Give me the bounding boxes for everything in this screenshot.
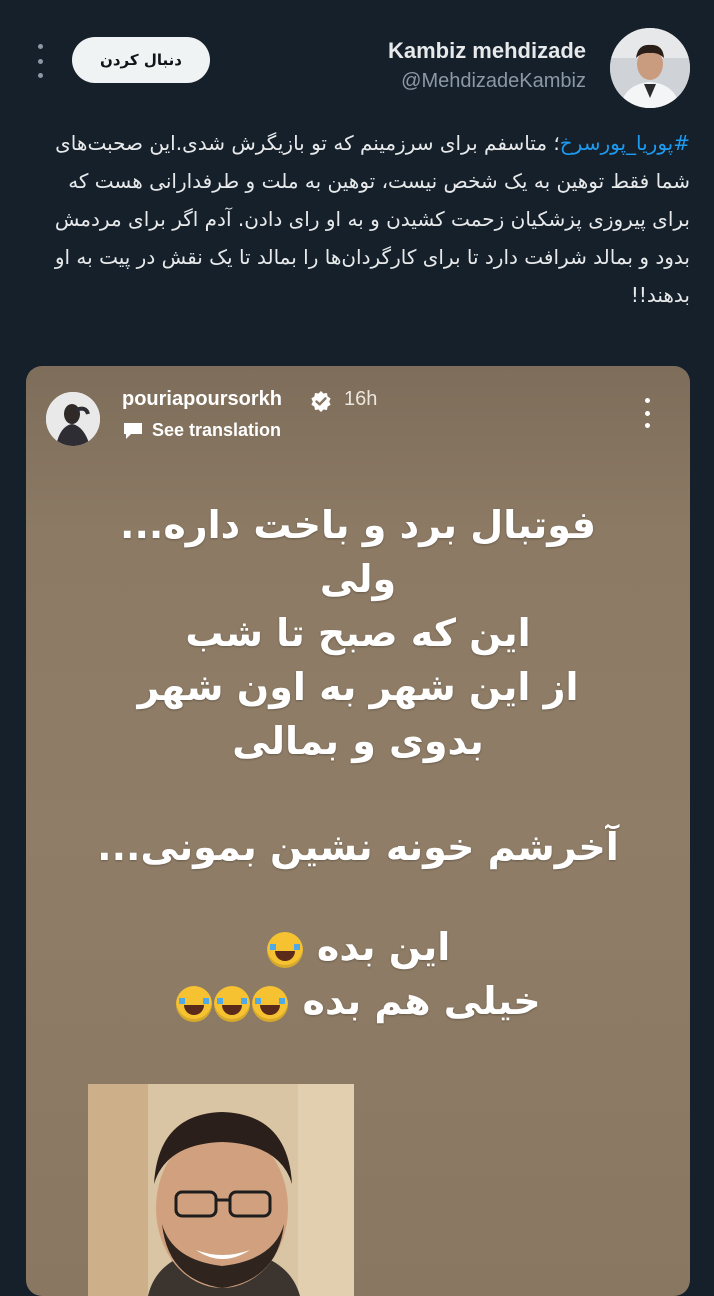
laughing-emoji-icon: [214, 985, 251, 1022]
author-handle[interactable]: @MehdizadeKambiz: [401, 70, 586, 93]
translate-icon: [124, 422, 142, 439]
story-line-7-text: این بده: [316, 925, 451, 969]
laughing-emoji-icon: [266, 931, 303, 968]
story-username: pouriapoursorkh: [122, 388, 283, 410]
see-translation-label: See translation: [152, 420, 282, 440]
hashtag-link[interactable]: #پوریا_پورسرخ: [560, 131, 690, 155]
story-line-2: ولی: [319, 557, 397, 601]
story-avatar: [46, 392, 100, 446]
follow-button[interactable]: دنبال کردن: [72, 37, 210, 83]
story-inset-photo: [88, 1084, 354, 1296]
story-time: 16h: [344, 388, 378, 410]
story-line-7: این بده: [26, 920, 690, 974]
story-more-icon[interactable]: [640, 398, 654, 428]
story-line-8-text: خیلی هم بده: [302, 979, 541, 1023]
story-line-3: این که صبح تا شب: [185, 611, 531, 655]
tweet-header: دنبال کردن Kambiz mehdizade @MehdizadeKa…: [0, 0, 714, 120]
see-translation-link[interactable]: See translation: [122, 420, 281, 441]
story-line-4: از این شهر به اون شهر: [137, 665, 579, 709]
story-text: فوتبال برد و باخت داره... ولی این که صبح…: [26, 498, 690, 1028]
story-line-8: خیلی هم بده: [26, 974, 690, 1028]
author-avatar[interactable]: [610, 28, 690, 108]
more-options-icon[interactable]: [30, 44, 50, 78]
author-display-name[interactable]: Kambiz mehdizade: [388, 38, 586, 64]
story-line-5: بدوی و بمالی: [232, 719, 484, 763]
laughing-emoji-icon: [252, 985, 289, 1022]
story-line-1: فوتبال برد و باخت داره...: [120, 503, 596, 547]
tweet-body: ؛ متاسفم برای سرزمینم که تو بازیگرش شدی.…: [54, 131, 690, 307]
verified-badge-icon: [311, 391, 331, 412]
laughing-emoji-icon: [176, 985, 213, 1022]
tweet-text: #پوریا_پورسرخ؛ متاسفم برای سرزمینم که تو…: [26, 124, 690, 314]
story-image-card[interactable]: pouriapoursorkh 16h See translation فوتب…: [26, 366, 690, 1296]
story-line-6: آخرشم خونه نشین بمونی...: [97, 825, 619, 869]
